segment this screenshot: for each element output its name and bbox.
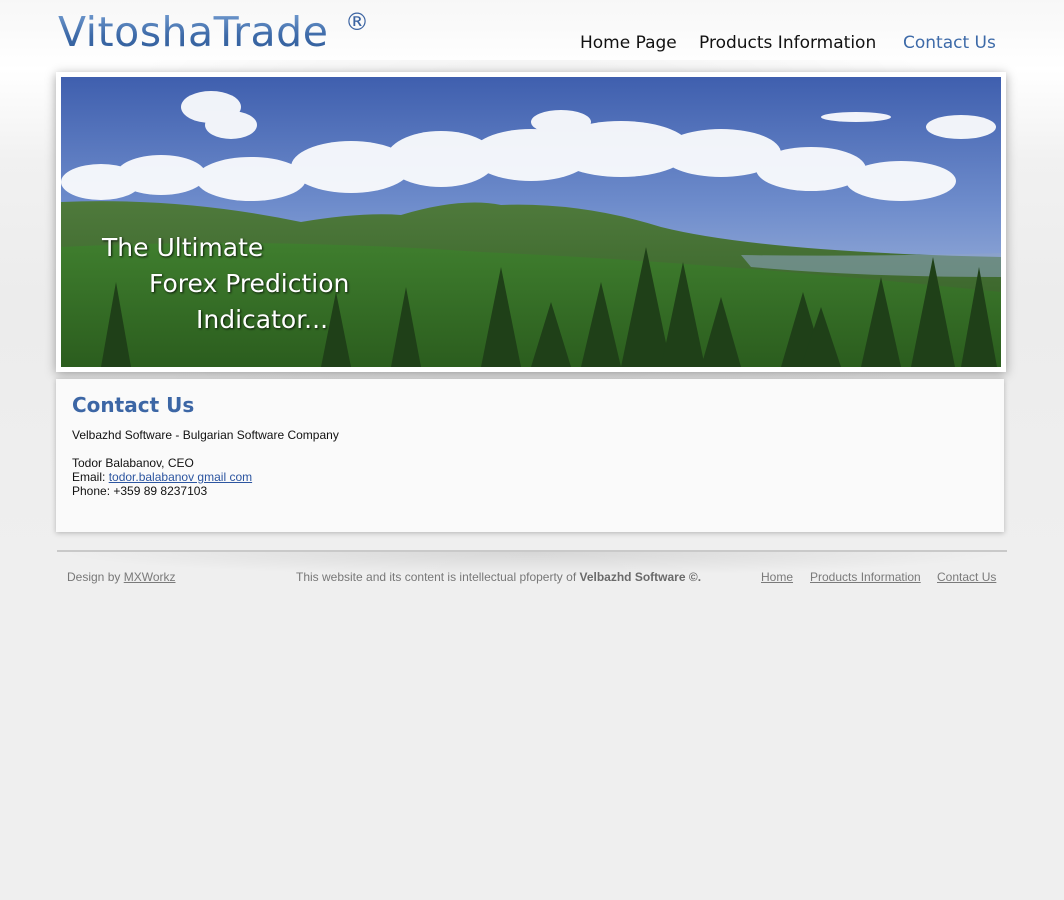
company-name: Velbazhd Software - Bulgarian Software C…: [72, 428, 339, 442]
design-credit-link[interactable]: MXWorkz: [124, 570, 176, 584]
banner-tagline-line-3: Indicator...: [196, 305, 329, 334]
contact-person: Todor Balabanov, CEO: [72, 456, 194, 470]
design-credit-label: Design by: [67, 570, 121, 584]
nav-home-page[interactable]: Home Page: [580, 33, 677, 53]
banner-image: The Ultimate Forex Prediction Indicator.…: [61, 77, 1001, 367]
page-title: Contact Us: [72, 393, 195, 417]
contact-panel: Contact Us Velbazhd Software - Bulgarian…: [56, 379, 1004, 532]
phone-number: Phone: +359 89 8237103: [72, 484, 208, 498]
nav-products-information[interactable]: Products Information: [699, 33, 876, 53]
design-credit: Design by MXWorkz: [67, 570, 176, 584]
main-nav: Home Page Products Information Contact U…: [0, 33, 1064, 57]
banner-tagline-line-1: The Ultimate: [102, 233, 264, 262]
copyright-text: This website and its content is intellec…: [296, 570, 577, 584]
copyright-notice: This website and its content is intellec…: [296, 570, 701, 584]
banner-frame: The Ultimate Forex Prediction Indicator.…: [56, 72, 1006, 372]
footer-link-products-information[interactable]: Products Information: [810, 570, 921, 584]
copyright-company: Velbazhd Software ©.: [579, 570, 702, 584]
email-line: Email: todor.balabanov gmail com: [72, 470, 252, 484]
banner-tagline-line-2: Forex Prediction: [149, 269, 350, 298]
registered-mark: ®: [345, 8, 370, 36]
email-label: Email:: [72, 470, 106, 484]
email-link[interactable]: todor.balabanov gmail com: [109, 470, 252, 484]
footer-link-home[interactable]: Home: [761, 570, 793, 584]
footer-link-contact-us[interactable]: Contact Us: [937, 570, 996, 584]
nav-contact-us[interactable]: Contact Us: [903, 33, 996, 53]
